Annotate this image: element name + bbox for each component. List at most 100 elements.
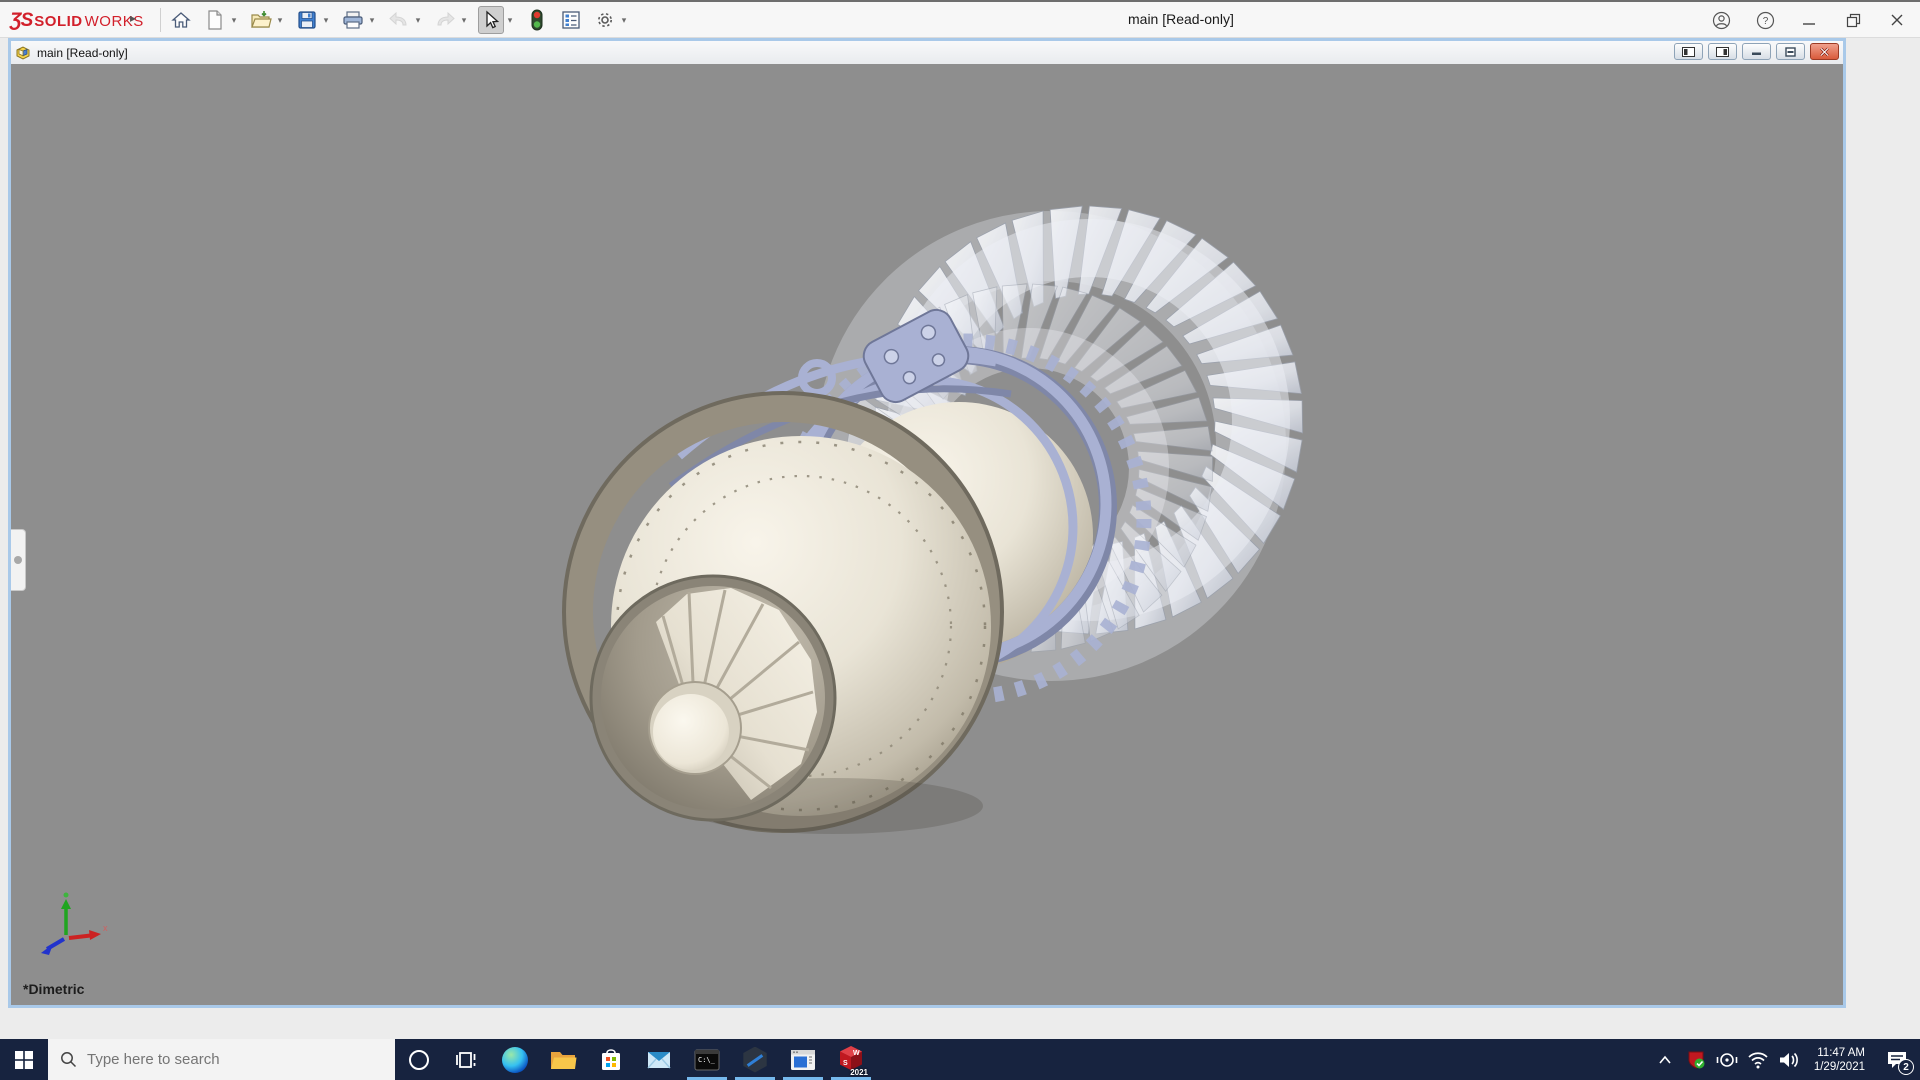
solidworks-logo: ƷS SOLID WORKS bbox=[10, 10, 144, 32]
document-title: main [Read-only] bbox=[37, 45, 128, 60]
save-dropdown[interactable]: ▾ bbox=[320, 6, 332, 34]
start-button[interactable] bbox=[0, 1039, 48, 1080]
taskbar-app-cortana[interactable] bbox=[395, 1039, 443, 1080]
svg-text:C:\_: C:\_ bbox=[698, 1056, 716, 1064]
taskbar-app-remote-desktop[interactable] bbox=[779, 1039, 827, 1080]
tray-chevron-button[interactable] bbox=[1653, 1039, 1677, 1080]
doc-restore-icon bbox=[1785, 46, 1796, 57]
select-button[interactable] bbox=[478, 6, 504, 34]
taskbar-search[interactable] bbox=[48, 1039, 395, 1080]
system-tray: 11:47 AM 1/29/2021 2 bbox=[1653, 1039, 1920, 1080]
tail-cone-face bbox=[653, 694, 729, 770]
options-button[interactable] bbox=[592, 6, 618, 34]
home-button[interactable] bbox=[168, 6, 194, 34]
taskbar-clock[interactable]: 11:47 AM 1/29/2021 bbox=[1808, 1046, 1871, 1074]
minimize-button[interactable] bbox=[1792, 5, 1826, 35]
redo-dropdown[interactable]: ▾ bbox=[458, 6, 470, 34]
print-dropdown[interactable]: ▾ bbox=[366, 6, 378, 34]
tray-volume[interactable] bbox=[1777, 1039, 1801, 1080]
featuremanager-collapsed-tab[interactable] bbox=[11, 529, 26, 591]
doc-close-button[interactable] bbox=[1810, 43, 1839, 60]
tray-network[interactable] bbox=[1746, 1039, 1770, 1080]
solidworks-app-icon: S W 2021 bbox=[838, 1045, 868, 1077]
help-icon: ? bbox=[1756, 11, 1774, 29]
menu-flyout-arrow-icon[interactable]: ▸ bbox=[130, 11, 136, 25]
task-view-icon bbox=[456, 1051, 476, 1068]
hexagon-app-icon bbox=[743, 1046, 767, 1073]
doc-minimize-icon bbox=[1752, 52, 1761, 55]
orientation-triad: x bbox=[41, 892, 108, 955]
taskbar-app-command-prompt[interactable]: C:\_ bbox=[683, 1039, 731, 1080]
doc-minimize-button[interactable] bbox=[1742, 43, 1771, 60]
minimize-icon bbox=[1803, 23, 1815, 25]
command-prompt-icon: C:\_ bbox=[694, 1049, 720, 1070]
new-document-icon bbox=[208, 10, 222, 30]
pane-right-icon bbox=[1716, 46, 1729, 57]
redo-button[interactable] bbox=[432, 6, 458, 34]
taskbar-app-mail[interactable] bbox=[635, 1039, 683, 1080]
search-icon bbox=[61, 1052, 77, 1068]
store-icon bbox=[602, 1048, 620, 1070]
open-button[interactable] bbox=[248, 6, 274, 34]
graphics-viewport[interactable]: x *Dimetric bbox=[11, 64, 1843, 1005]
action-center-button[interactable]: 2 bbox=[1878, 1039, 1916, 1080]
triad-y-dot bbox=[63, 892, 69, 898]
redo-icon bbox=[437, 11, 455, 26]
options-dropdown[interactable]: ▾ bbox=[618, 6, 630, 34]
remote-desktop-icon bbox=[791, 1049, 815, 1070]
taskbar: C:\_ S W 20 bbox=[0, 1039, 1920, 1080]
document-window: main [Read-only] x *Dimetric bbox=[8, 38, 1846, 1008]
document-window-controls bbox=[1674, 43, 1839, 60]
pane-left-button[interactable] bbox=[1674, 43, 1703, 60]
restore-icon bbox=[1846, 13, 1860, 27]
taskbar-app-edge[interactable] bbox=[491, 1039, 539, 1080]
rebuild-button[interactable] bbox=[524, 6, 550, 34]
file-explorer-icon bbox=[551, 1051, 577, 1069]
taskbar-app-store[interactable] bbox=[587, 1039, 635, 1080]
save-button[interactable] bbox=[294, 6, 320, 34]
close-icon bbox=[1891, 14, 1903, 26]
edge-icon bbox=[502, 1046, 528, 1073]
undo-button[interactable] bbox=[386, 6, 412, 34]
task-pane-button[interactable] bbox=[558, 6, 584, 34]
taskbar-app-file-explorer[interactable] bbox=[539, 1039, 587, 1080]
close-button[interactable] bbox=[1880, 5, 1914, 35]
rebuild-traffic-light-icon bbox=[531, 9, 543, 31]
undo-icon bbox=[389, 11, 407, 26]
help-button[interactable]: ? bbox=[1748, 5, 1782, 35]
document-titlebar[interactable]: main [Read-only] bbox=[11, 41, 1843, 64]
undo-dropdown[interactable]: ▾ bbox=[412, 6, 424, 34]
jet-engine-model[interactable] bbox=[11, 64, 1843, 1005]
doc-restore-button[interactable] bbox=[1776, 43, 1805, 60]
select-dropdown[interactable]: ▾ bbox=[504, 6, 516, 34]
taskbar-app-solidworks[interactable]: S W 2021 bbox=[827, 1039, 875, 1080]
tray-meet-now[interactable] bbox=[1715, 1039, 1739, 1080]
taskbar-app-task-view[interactable] bbox=[443, 1039, 491, 1080]
open-folder-icon bbox=[251, 11, 272, 28]
desktop: ƷS SOLID WORKS ▸ ▾ ▾ ▾ ▾ ▾ ▾ ▾ ▾ main [R… bbox=[0, 0, 1920, 1080]
account-icon bbox=[1712, 11, 1730, 29]
pane-right-button[interactable] bbox=[1708, 43, 1737, 60]
select-arrow-icon bbox=[486, 10, 500, 29]
svg-text:S: S bbox=[843, 1060, 848, 1067]
save-icon bbox=[298, 11, 316, 29]
print-button[interactable] bbox=[340, 6, 366, 34]
svg-text:?: ? bbox=[1762, 16, 1768, 27]
new-document-button[interactable] bbox=[202, 6, 228, 34]
search-input[interactable] bbox=[87, 1051, 367, 1068]
triad-x-label: x bbox=[103, 923, 108, 933]
account-button[interactable] bbox=[1704, 5, 1738, 35]
new-document-dropdown[interactable]: ▾ bbox=[228, 6, 240, 34]
volume-icon bbox=[1779, 1052, 1798, 1067]
print-icon bbox=[343, 11, 363, 29]
quick-access-toolbar: ▾ ▾ ▾ ▾ ▾ ▾ ▾ ▾ bbox=[168, 5, 630, 35]
view-orientation-label: *Dimetric bbox=[23, 981, 85, 997]
doc-close-icon bbox=[1820, 47, 1829, 56]
open-dropdown[interactable]: ▾ bbox=[274, 6, 286, 34]
tray-solidworks-monitor[interactable] bbox=[1684, 1039, 1708, 1080]
restore-button[interactable] bbox=[1836, 5, 1870, 35]
solidworks-year-label: 2021 bbox=[850, 1067, 868, 1077]
taskbar-app-hexagon[interactable] bbox=[731, 1039, 779, 1080]
exhaust-dome-assembly bbox=[562, 391, 1004, 834]
home-icon bbox=[171, 12, 191, 28]
